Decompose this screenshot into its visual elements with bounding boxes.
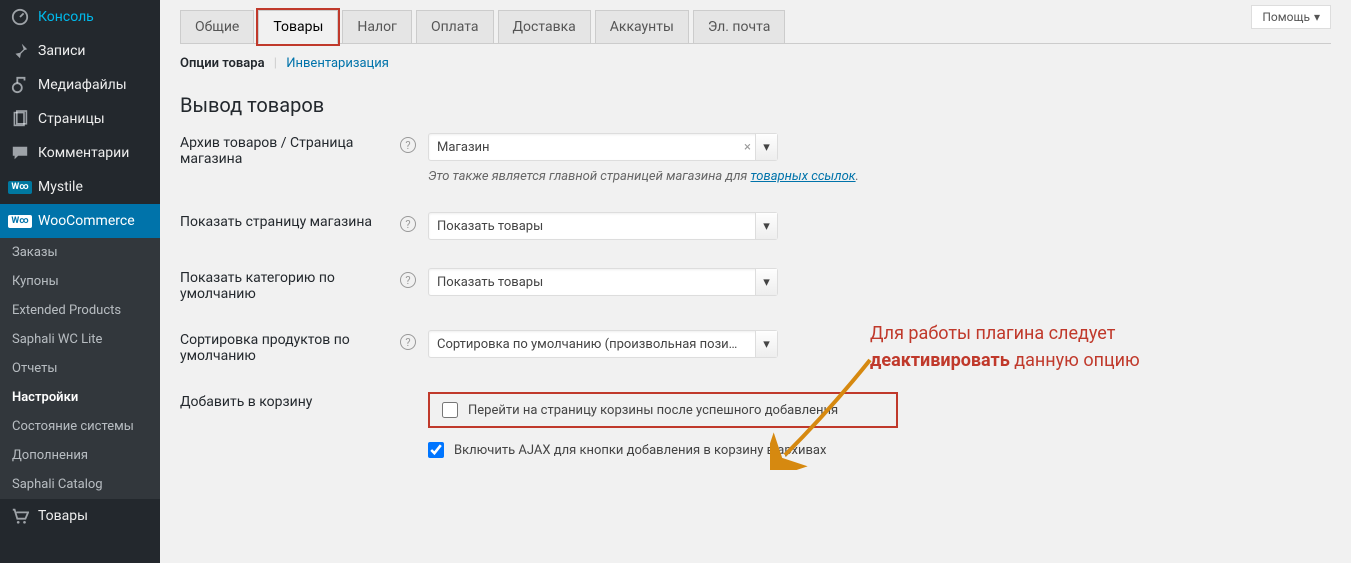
- clear-icon[interactable]: ×: [744, 140, 751, 155]
- chevron-down-icon: ▾: [1314, 10, 1320, 24]
- row-show-page: Показать страницу магазина ? Показать то…: [180, 212, 1331, 240]
- select-value: Сортировка по умолчанию (произвольная по…: [437, 337, 737, 352]
- cart-icon: [10, 506, 30, 526]
- tab-accounts[interactable]: Аккаунты: [595, 10, 689, 43]
- sidebar-item-mystile[interactable]: W∞ Mystile: [0, 170, 160, 204]
- help-icon[interactable]: ?: [400, 272, 416, 288]
- sidebar-label: Страницы: [38, 111, 105, 127]
- sidebar-label: Mystile: [38, 179, 83, 195]
- sidebar-item-posts[interactable]: Записи: [0, 34, 160, 68]
- help-icon[interactable]: ?: [400, 334, 416, 350]
- select-value: Магазин: [437, 140, 490, 155]
- media-icon: [10, 75, 30, 95]
- sidebar-sub-saphali-catalog[interactable]: Saphali Catalog: [0, 470, 160, 499]
- help-icon[interactable]: ?: [400, 137, 416, 153]
- chevron-down-icon: ▾: [755, 331, 777, 357]
- shop-page-description: Это также является главной страницей маг…: [428, 169, 1331, 184]
- sidebar-label: Комментарии: [38, 145, 129, 161]
- settings-tabs: Общие Товары Налог Оплата Доставка Аккау…: [180, 10, 1331, 44]
- checkbox-ajax-cart[interactable]: Включить AJAX для кнопки добавления в ко…: [428, 442, 1331, 458]
- sidebar-sub-addons[interactable]: Дополнения: [0, 441, 160, 470]
- sidebar-label: Консоль: [38, 9, 94, 25]
- sidebar-item-comments[interactable]: Комментарии: [0, 136, 160, 170]
- checkbox-label: Перейти на страницу корзины после успешн…: [468, 403, 838, 418]
- sidebar-item-products[interactable]: Товары: [0, 499, 160, 533]
- row-show-category: Показать категорию по умолчанию ? Показа…: [180, 268, 1331, 302]
- sidebar-label: Товары: [38, 508, 88, 524]
- sidebar-item-pages[interactable]: Страницы: [0, 102, 160, 136]
- tab-tax[interactable]: Налог: [342, 10, 412, 43]
- sidebar-sub-status[interactable]: Состояние системы: [0, 412, 160, 441]
- admin-sidebar: Консоль Записи Медиафайлы Страницы Комме…: [0, 0, 160, 563]
- woo-badge-icon: W∞: [10, 211, 30, 231]
- label-add-to-cart: Добавить в корзину: [180, 392, 400, 410]
- sidebar-label: Записи: [38, 43, 86, 59]
- checkbox-redirect-cart[interactable]: Перейти на страницу корзины после успешн…: [428, 392, 898, 428]
- sidebar-sub-settings[interactable]: Настройки: [0, 383, 160, 412]
- subnav-inventory-link[interactable]: Инвентаризация: [286, 56, 389, 71]
- sidebar-label: WooCommerce: [38, 213, 135, 229]
- sidebar-item-console[interactable]: Консоль: [0, 0, 160, 34]
- settings-subnav: Опции товара | Инвентаризация: [180, 56, 1331, 71]
- chevron-down-icon: ▾: [755, 213, 777, 239]
- tab-products[interactable]: Товары: [258, 10, 338, 44]
- sidebar-sub-saphali-lite[interactable]: Saphali WC Lite: [0, 325, 160, 354]
- content-area: Помощь ▾ Общие Товары Налог Оплата Доста…: [160, 0, 1351, 563]
- sidebar-item-media[interactable]: Медиафайлы: [0, 68, 160, 102]
- select-show-page[interactable]: Показать товары ▾: [428, 212, 778, 240]
- sidebar-item-woocommerce[interactable]: W∞ WooCommerce: [0, 204, 160, 238]
- checkbox-label: Включить AJAX для кнопки добавления в ко…: [454, 443, 826, 458]
- help-dropdown[interactable]: Помощь ▾: [1251, 5, 1331, 29]
- select-value: Показать товары: [437, 275, 543, 290]
- sidebar-sub-coupons[interactable]: Купоны: [0, 267, 160, 296]
- section-heading: Вывод товаров: [180, 93, 1331, 117]
- tab-checkout[interactable]: Оплата: [416, 10, 494, 43]
- chevron-down-icon: ▾: [755, 134, 777, 160]
- sidebar-sub-reports[interactable]: Отчеты: [0, 354, 160, 383]
- subnav-current: Опции товара: [180, 56, 265, 71]
- select-value: Показать товары: [437, 219, 543, 234]
- help-icon[interactable]: ?: [400, 216, 416, 232]
- help-label: Помощь: [1262, 10, 1310, 24]
- tab-general[interactable]: Общие: [180, 10, 254, 43]
- pin-icon: [10, 41, 30, 61]
- separator: |: [274, 56, 277, 71]
- checkbox-ajax-input[interactable]: [428, 442, 444, 458]
- tab-shipping[interactable]: Доставка: [498, 10, 591, 43]
- label-show-category: Показать категорию по умолчанию: [180, 268, 400, 302]
- select-sort[interactable]: Сортировка по умолчанию (произвольная по…: [428, 330, 778, 358]
- sidebar-sub-orders[interactable]: Заказы: [0, 238, 160, 267]
- tab-emails[interactable]: Эл. почта: [693, 10, 785, 43]
- select-show-category[interactable]: Показать товары ▾: [428, 268, 778, 296]
- comment-icon: [10, 143, 30, 163]
- select-shop-page[interactable]: Магазин × ▾: [428, 133, 778, 161]
- sidebar-sub-extended[interactable]: Extended Products: [0, 296, 160, 325]
- label-show-page: Показать страницу магазина: [180, 212, 400, 230]
- sidebar-label: Медиафайлы: [38, 77, 127, 93]
- page-icon: [10, 109, 30, 129]
- chevron-down-icon: ▾: [755, 269, 777, 295]
- row-shop-page: Архив товаров / Страница магазина ? Мага…: [180, 133, 1331, 184]
- product-links-link[interactable]: товарных ссылок: [751, 169, 856, 184]
- label-sort: Сортировка продуктов по умолчанию: [180, 330, 400, 364]
- row-add-to-cart: Добавить в корзину ? Перейти на страницу…: [180, 392, 1331, 458]
- sidebar-submenu: Заказы Купоны Extended Products Saphali …: [0, 238, 160, 499]
- woo-badge-icon: W∞: [10, 177, 30, 197]
- dashboard-icon: [10, 7, 30, 27]
- annotation-text: Для работы плагина следует деактивироват…: [870, 320, 1250, 374]
- label-shop-page: Архив товаров / Страница магазина: [180, 133, 400, 167]
- checkbox-redirect-input[interactable]: [442, 402, 458, 418]
